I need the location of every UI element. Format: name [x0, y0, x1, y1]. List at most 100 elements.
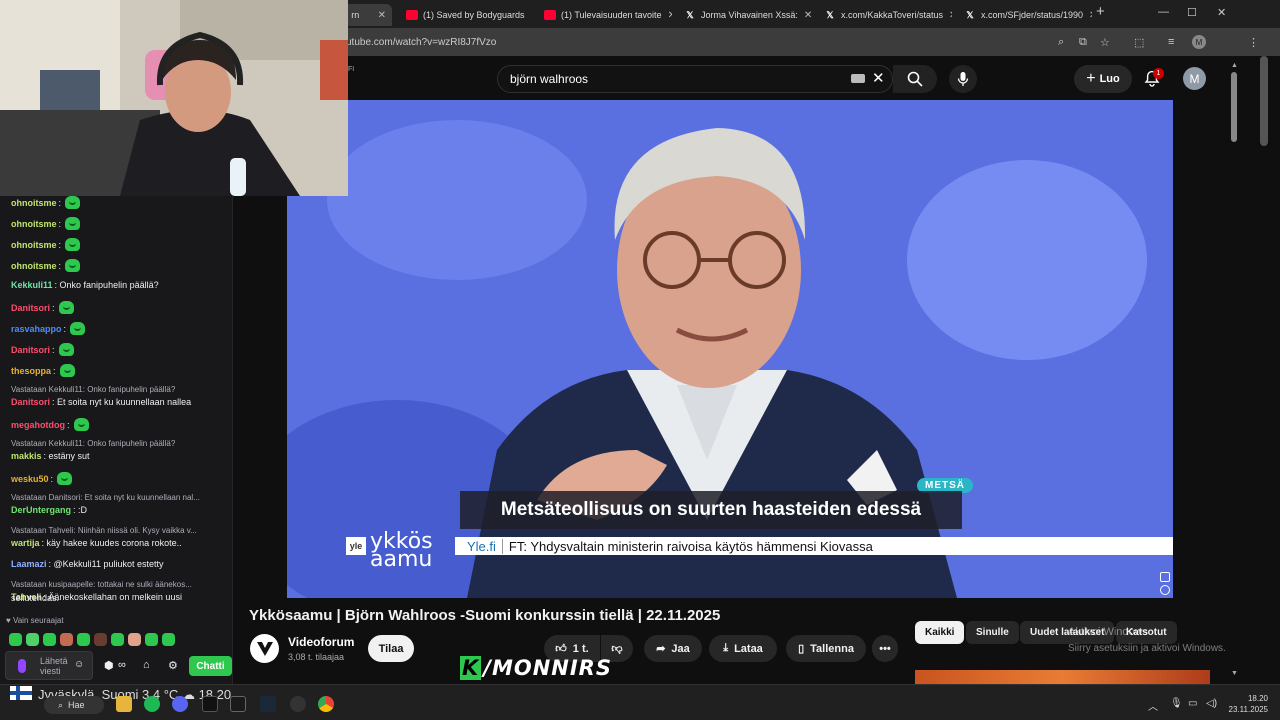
browser-scrollbar[interactable] — [1260, 56, 1268, 146]
close-icon[interactable]: ✕ — [1083, 10, 1092, 21]
chat-username[interactable]: wesku50 — [11, 474, 49, 484]
chat-reply-context[interactable]: Vastataan Tahveli: Niinhän niissä oli. K… — [11, 526, 197, 535]
url-field[interactable]: utube.com/watch?v=wzRI8J7fVzo — [346, 37, 496, 48]
cast-icon[interactable]: ⧉ — [1079, 36, 1087, 49]
spotify-icon[interactable] — [144, 696, 160, 712]
channel-name[interactable]: Videoforum — [288, 635, 354, 649]
browser-tab[interactable]: (1) Saved by Bodyguards ✕ — [400, 4, 532, 26]
network-icon[interactable]: ▭ — [1188, 698, 1197, 709]
media-icon[interactable]: ≡ — [1168, 36, 1174, 48]
steam-icon[interactable] — [260, 696, 276, 712]
volume-icon[interactable]: ◁) — [1206, 698, 1217, 709]
create-button[interactable]: + Luo — [1074, 65, 1132, 93]
close-icon[interactable]: ✕ — [372, 10, 386, 21]
zoom-icon[interactable]: ⌕ — [1058, 36, 1064, 49]
channel-avatar[interactable] — [250, 634, 279, 663]
voice-search-button[interactable] — [949, 65, 977, 93]
settings-gear-icon[interactable]: ⚙ — [168, 659, 178, 672]
scroll-down-icon[interactable]: ▼ — [1231, 670, 1238, 677]
system-clock[interactable]: 18.20 23.11.2025 — [1228, 693, 1268, 715]
bits-icon[interactable]: ⬢ — [104, 659, 114, 672]
chat-text: : — [67, 419, 70, 430]
emote[interactable] — [9, 633, 22, 646]
search-button[interactable] — [893, 65, 937, 93]
clear-search-icon[interactable]: ✕ — [872, 69, 885, 87]
extensions-icon[interactable]: ⬚ — [1134, 36, 1144, 49]
chat-username[interactable]: ohnoitsme — [11, 219, 57, 229]
close-window-button[interactable]: ✕ — [1217, 6, 1226, 19]
search-input[interactable]: björn walhroos — [497, 65, 893, 93]
x-logo-icon: 𝕏 — [826, 9, 834, 20]
chrome-icon[interactable] — [318, 696, 334, 712]
infinity-icon[interactable]: ∞ — [118, 659, 126, 671]
close-icon[interactable]: ✕ — [943, 10, 952, 21]
obs-icon[interactable] — [230, 696, 246, 712]
emote[interactable] — [111, 633, 124, 646]
chat-message: thesoppa: — [11, 364, 75, 377]
close-icon[interactable]: ✕ — [662, 10, 672, 21]
chat-username[interactable]: wartija — [11, 538, 40, 548]
discord-icon[interactable] — [172, 696, 188, 712]
chat-username[interactable]: Danitsori — [11, 345, 50, 355]
download-button[interactable]: ⤓ Lataa — [709, 635, 777, 662]
browser-tab[interactable]: 𝕏 x.com/KakkaToveri/status ✕ — [818, 4, 952, 26]
chat-send-button[interactable]: Chatti — [189, 656, 232, 676]
emote[interactable] — [94, 633, 107, 646]
emote[interactable] — [162, 633, 175, 646]
file-explorer-icon[interactable] — [116, 696, 132, 712]
more-actions-button[interactable]: ••• — [872, 635, 898, 662]
emote[interactable] — [26, 633, 39, 646]
emote[interactable] — [128, 633, 141, 646]
emote[interactable] — [77, 633, 90, 646]
chat-username[interactable]: Danitsori — [11, 303, 50, 313]
microphone-icon[interactable]: 🎙︎ — [1170, 698, 1183, 709]
emote[interactable] — [43, 633, 56, 646]
browser-profile-avatar[interactable]: M — [1192, 35, 1206, 49]
chip-for-you[interactable]: Sinulle — [966, 621, 1019, 644]
save-button[interactable]: ▯ Tallenna — [786, 635, 866, 662]
chat-reply-context[interactable]: Vastataan Kekkuli11: Onko fanipuhelin pä… — [11, 385, 175, 394]
browser-tab[interactable]: 𝕏 x.com/SFjder/status/1990 ✕ — [958, 4, 1092, 26]
chat-username[interactable]: ohnoitsme — [11, 198, 57, 208]
chat-username[interactable]: makkis — [11, 451, 42, 461]
emoji-icon[interactable]: ☺ — [74, 660, 84, 670]
chat-username[interactable]: DerUntergang — [11, 505, 71, 515]
bookmark-star-icon[interactable]: ☆ — [1100, 36, 1110, 49]
chat-username[interactable]: rasvahappo — [11, 324, 62, 334]
chat-username[interactable]: Danitsori — [11, 397, 50, 407]
chat-username[interactable]: megahotdog — [11, 420, 65, 430]
new-tab-button[interactable]: + — [1096, 3, 1105, 20]
maximize-button[interactable]: ☐ — [1187, 6, 1197, 19]
browser-tab[interactable]: (1) Tulevaisuuden tavoite ✕ — [538, 4, 672, 26]
x-app-icon[interactable] — [202, 696, 218, 712]
chat-username[interactable]: Kekkuli11 — [11, 280, 53, 290]
recommended-video-thumbnail[interactable] — [915, 670, 1210, 684]
chat-username[interactable]: ohnoitsme — [11, 240, 57, 250]
youtube-account-avatar[interactable]: M — [1183, 67, 1206, 90]
chat-reply-context[interactable]: Vastataan Danitsori: Et soita nyt ku kuu… — [11, 493, 200, 502]
close-icon[interactable]: ✕ — [525, 10, 532, 21]
chip-all[interactable]: Kaikki — [915, 621, 965, 644]
chat-username[interactable]: ohnoitsme — [11, 261, 57, 271]
scroll-up-icon[interactable]: ▲ — [1231, 62, 1238, 69]
close-icon[interactable]: ✕ — [798, 10, 812, 21]
scrollbar-thumb[interactable] — [1231, 72, 1237, 142]
chat-reply-context[interactable]: Vastataan Kekkuli11: Onko fanipuhelin pä… — [11, 439, 175, 448]
taskbar-search[interactable]: ⌕ Hae — [44, 696, 104, 714]
chat-username[interactable]: Laamazi — [11, 559, 47, 569]
page-scrollbar[interactable] — [1228, 56, 1240, 684]
browser-menu-icon[interactable]: ⋮ — [1248, 36, 1259, 49]
minimize-button[interactable]: — — [1158, 6, 1169, 18]
browser-tab[interactable]: 𝕏 Jorma Vihavainen Xssä: ✕ — [678, 4, 812, 26]
tray-expand-icon[interactable]: ︿ — [1148, 698, 1158, 713]
subscribe-button[interactable]: Tilaa — [368, 635, 414, 662]
share-button[interactable]: ➦ Jaa — [644, 635, 702, 662]
emote[interactable] — [145, 633, 158, 646]
chat-username[interactable]: thesoppa — [11, 366, 51, 376]
chat-input[interactable]: Lähetä viesti ☺ — [5, 651, 93, 680]
app-icon[interactable] — [290, 696, 306, 712]
chat-reply-context[interactable]: Vastataan kusipaapelle: tottakai ne sulk… — [11, 580, 192, 589]
emote[interactable] — [60, 633, 73, 646]
keyboard-icon[interactable] — [851, 74, 865, 83]
store-icon[interactable]: ⌂ — [143, 659, 150, 671]
